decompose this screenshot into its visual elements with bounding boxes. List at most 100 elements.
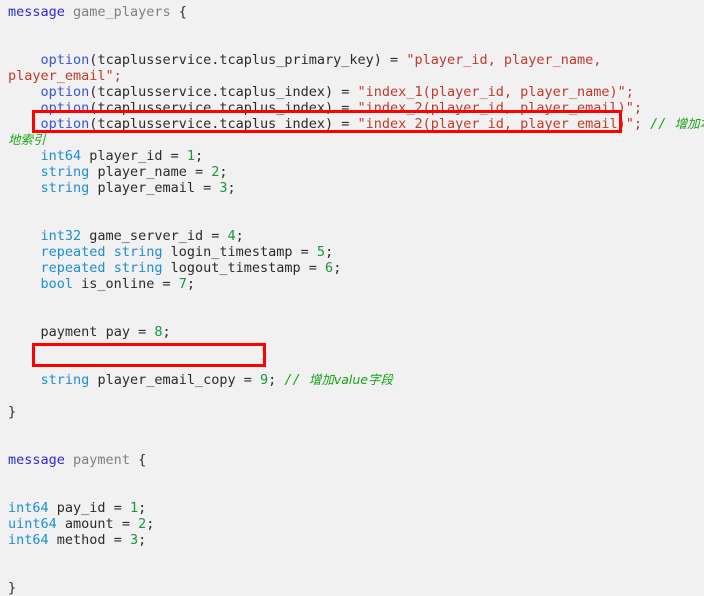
open-brace: { [178,4,187,20]
field-name: method [56,532,106,548]
semicolon: ; [227,180,236,196]
code-line-field-login-timestamp: repeated string login_timestamp = 5; [0,244,704,260]
semicolon: ; [325,244,334,260]
field-type: payment [40,324,98,340]
paren-close: ) [325,84,334,100]
field-type: string [113,260,163,276]
paren-close: ) [373,52,382,68]
keyword-option: option [40,52,90,68]
code-line-field-logout-timestamp: repeated string logout_timestamp = 6; [0,260,704,276]
field-type: int32 [40,228,82,244]
equals: = [105,500,130,516]
field-name: player_email_copy [97,372,236,388]
semicolon: ; [146,516,155,532]
semicolon: ; [162,324,171,340]
field-tag: 4 [227,228,236,244]
code-line-field-payment-pay: payment pay = 8; [0,324,704,340]
equals: = [333,84,358,100]
open-brace: { [138,452,147,468]
code-line-field-method: int64 method = 3; [0,532,704,548]
equals: = [381,52,407,68]
equals: = [333,116,358,132]
string-literal-primary-key-part1: "player_id, player_name, [406,52,602,68]
field-name: logout_timestamp [170,260,301,276]
code-line-option-index-2: option(tcaplusservice.tcaplus_index) = "… [0,100,704,116]
field-name: pay [105,324,130,340]
code-line-close-brace-game-players: } [0,404,704,420]
field-name: player_email [97,180,195,196]
keyword-message: message [8,452,65,468]
annotation-slashes-copy: // [284,372,301,388]
field-tag: 3 [219,180,228,196]
struct-name-game-players: game_players [73,4,171,20]
field-name: pay_id [56,500,106,516]
field-name: player_id [89,148,163,164]
semicolon: ; [138,532,147,548]
semicolon: ; [235,228,244,244]
paren-close: ) [325,100,334,116]
equals: = [292,244,317,260]
close-brace: } [8,580,17,596]
semicolon: ; [333,260,342,276]
keyword-message: message [8,4,65,20]
field-type: string [40,180,90,196]
field-tag: 7 [178,276,187,292]
code-line-field-amount: uint64 amount = 2; [0,516,704,532]
code-line-message-game-players: message game_players { [0,4,704,20]
equals: = [162,148,187,164]
code-line-field-player-id: int64 player_id = 1; [0,148,704,164]
field-type: string [40,372,90,388]
field-tag: 2 [138,516,147,532]
code-line-field-is-online: bool is_online = 7; [0,276,704,292]
equals: = [194,180,220,196]
annotation-text-copy: 增加value字段 [308,372,393,387]
annotation-text-index-part2: 地索引 [8,132,46,147]
equals: = [203,228,228,244]
option-path-index: tcaplusservice.tcaplus_index [97,116,326,132]
string-literal-index-2-added: "index_2(player_id, player_email)"; [357,116,643,132]
code-line-close-brace-payment: } [0,580,704,596]
field-tag: 1 [129,500,139,516]
semicolon: ; [219,164,228,180]
code-line-option-primary-key-wrap: player_email"; [0,68,704,84]
field-type: int64 [8,500,49,516]
field-tag: 6 [325,260,334,276]
struct-name-payment: payment [73,452,130,468]
string-literal-index-1: "index_1(player_id, player_name)"; [357,84,634,100]
semicolon: ; [138,500,147,516]
field-name: login_timestamp [170,244,293,260]
code-line-field-player-name: string player_name = 2; [0,164,704,180]
field-type: bool [40,276,74,292]
field-name: game_server_id [89,228,204,244]
field-tag: 3 [129,532,139,548]
option-path-primary-key: tcaplusservice.tcaplus_primary_key [97,52,374,68]
field-tag: 9 [260,372,269,388]
keyword-option: option [40,84,90,100]
equals: = [235,372,260,388]
